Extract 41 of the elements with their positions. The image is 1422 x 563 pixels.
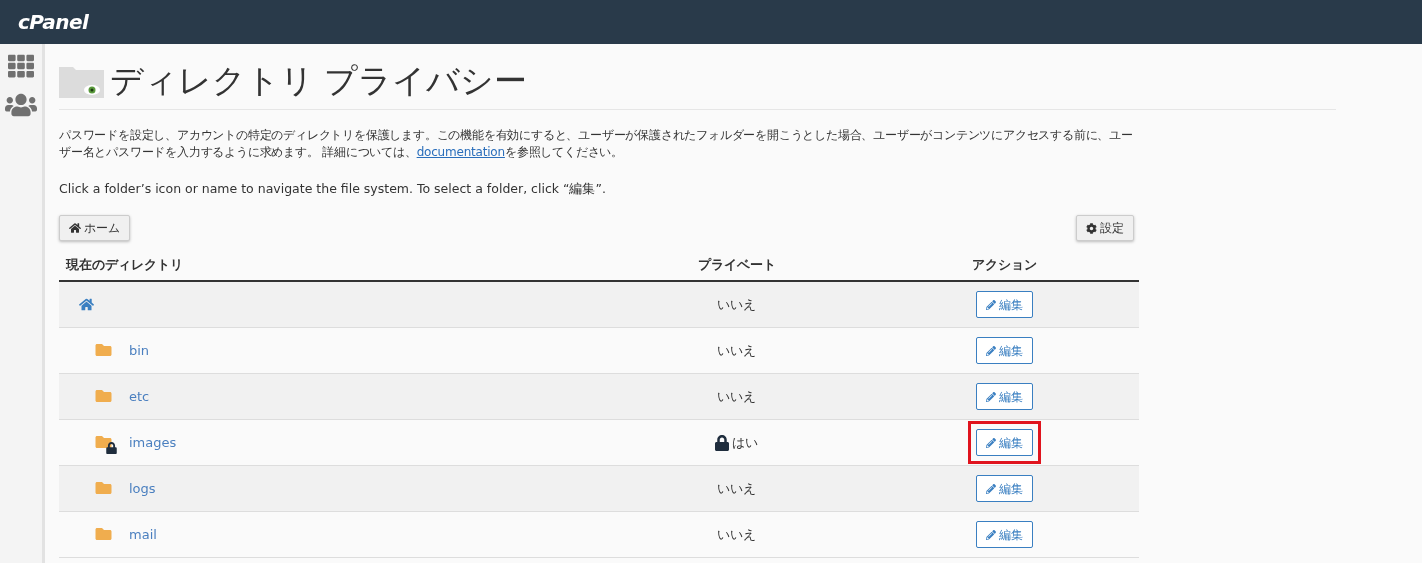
settings-button[interactable]: 設定 bbox=[1076, 215, 1134, 241]
column-header: プライベート bbox=[696, 256, 777, 275]
folder-link[interactable]: logs bbox=[129, 478, 156, 499]
hint-text: Click a folder’s icon or name to navigate the file system. To select a folder, click “編集”. bbox=[59, 180, 607, 197]
pencil-icon bbox=[985, 299, 996, 310]
description: パスワードを設定し、アカウントの特定のディレクトリを保護します。この機能を有効にすると、ユーザーが保護されたフォルダーを開こうとした場合、ユーザーがコンテンツにアクセスする前に、ユーザー名とパスワードを入力するように求めます。 詳細については、documentationを参照してください。 bbox=[59, 127, 1134, 161]
folder-link[interactable]: mail bbox=[129, 524, 157, 545]
edit-button[interactable]: 編集 bbox=[975, 337, 1033, 364]
home-icon bbox=[69, 222, 81, 234]
edit-button[interactable]: 編集 bbox=[975, 521, 1033, 548]
private-status: いいえ bbox=[717, 525, 756, 544]
locked-folder-icon[interactable] bbox=[94, 433, 115, 452]
edit-button[interactable]: 編集 bbox=[975, 291, 1033, 318]
folder-link[interactable]: images bbox=[129, 432, 177, 453]
pencil-icon bbox=[985, 391, 996, 402]
pencil-icon bbox=[985, 529, 996, 540]
edit-button[interactable]: 編集 bbox=[975, 429, 1033, 456]
grid-icon[interactable] bbox=[8, 53, 34, 79]
home-icon[interactable] bbox=[79, 297, 94, 312]
private-status: いいえ bbox=[717, 479, 756, 498]
folder-eye-icon bbox=[59, 64, 104, 98]
home-button[interactable]: ホーム bbox=[59, 215, 130, 241]
private-status: はい bbox=[732, 433, 758, 452]
page-title: ディレクトリ プライバシー bbox=[110, 60, 528, 102]
folder-link[interactable]: etc bbox=[129, 386, 150, 407]
edit-button[interactable]: 編集 bbox=[975, 383, 1033, 410]
edit-button[interactable]: 編集 bbox=[975, 475, 1033, 502]
private-status: いいえ bbox=[717, 341, 756, 360]
documentation-link[interactable]: documentation bbox=[416, 145, 505, 159]
pencil-icon bbox=[985, 483, 996, 494]
pencil-icon bbox=[985, 437, 996, 448]
pencil-icon bbox=[985, 345, 996, 356]
private-status: いいえ bbox=[717, 295, 756, 314]
users-icon[interactable] bbox=[5, 92, 37, 118]
column-header: アクション bbox=[970, 256, 1038, 275]
folder-link[interactable]: bin bbox=[129, 340, 150, 361]
column-header: 現在のディレクトリ bbox=[64, 256, 184, 275]
settings-icon bbox=[1086, 222, 1097, 234]
lock-icon bbox=[715, 434, 729, 451]
private-status: いいえ bbox=[717, 387, 756, 406]
logo[interactable]: cPanel bbox=[18, 7, 89, 37]
